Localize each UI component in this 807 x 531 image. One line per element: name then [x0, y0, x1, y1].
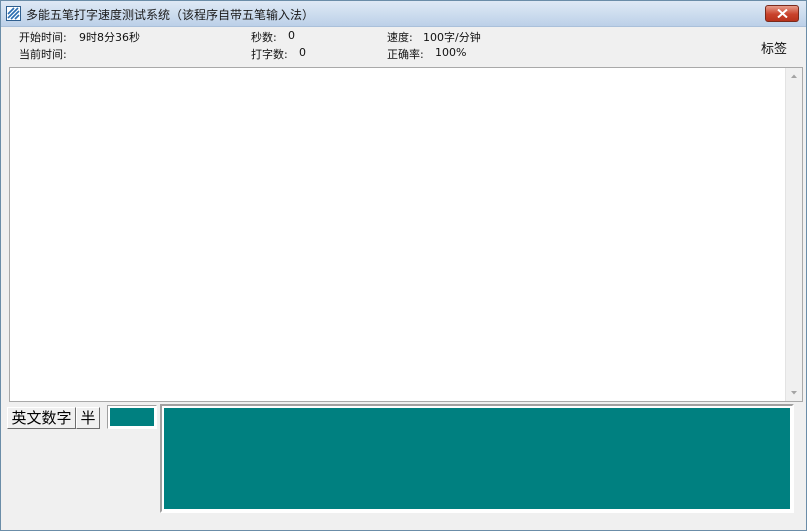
- typing-text-area[interactable]: [9, 67, 803, 402]
- triangle-down-icon: [791, 391, 797, 395]
- window-title: 多能五笔打字速度测试系统（该程序自带五笔输入法）: [26, 8, 315, 22]
- accuracy-label: 正确率:: [387, 48, 424, 61]
- half-width-button[interactable]: 半: [76, 407, 100, 429]
- close-button[interactable]: [765, 5, 799, 22]
- start-time-label: 开始时间:: [19, 31, 67, 44]
- vertical-scrollbar[interactable]: [785, 68, 802, 401]
- close-icon: [777, 9, 788, 18]
- status-indicator-box: [107, 405, 157, 429]
- status-indicator-fill: [110, 408, 154, 426]
- ime-input-panel-fill: [164, 408, 790, 509]
- speed-value: 100字/分钟: [423, 31, 481, 44]
- seconds-label: 秒数:: [251, 31, 277, 44]
- ime-input-panel[interactable]: [160, 404, 794, 513]
- start-time-value: 9时8分36秒: [79, 31, 140, 44]
- scroll-up-button[interactable]: [786, 68, 802, 85]
- app-window: 多能五笔打字速度测试系统（该程序自带五笔输入法） 开始时间: 9时8分36秒 当…: [0, 0, 807, 531]
- typed-count-value: 0: [299, 46, 306, 59]
- scroll-down-button[interactable]: [786, 384, 802, 401]
- speed-label: 速度:: [387, 31, 413, 44]
- current-time-label: 当前时间:: [19, 48, 67, 61]
- app-icon[interactable]: [6, 6, 21, 21]
- input-mode-button[interactable]: 英文数字: [7, 407, 76, 429]
- tag-label[interactable]: 标签: [761, 38, 787, 57]
- typed-count-label: 打字数:: [251, 48, 288, 61]
- triangle-up-icon: [791, 74, 797, 78]
- accuracy-value: 100%: [435, 46, 467, 59]
- seconds-value: 0: [288, 29, 295, 42]
- title-bar[interactable]: 多能五笔打字速度测试系统（该程序自带五笔输入法）: [1, 1, 806, 27]
